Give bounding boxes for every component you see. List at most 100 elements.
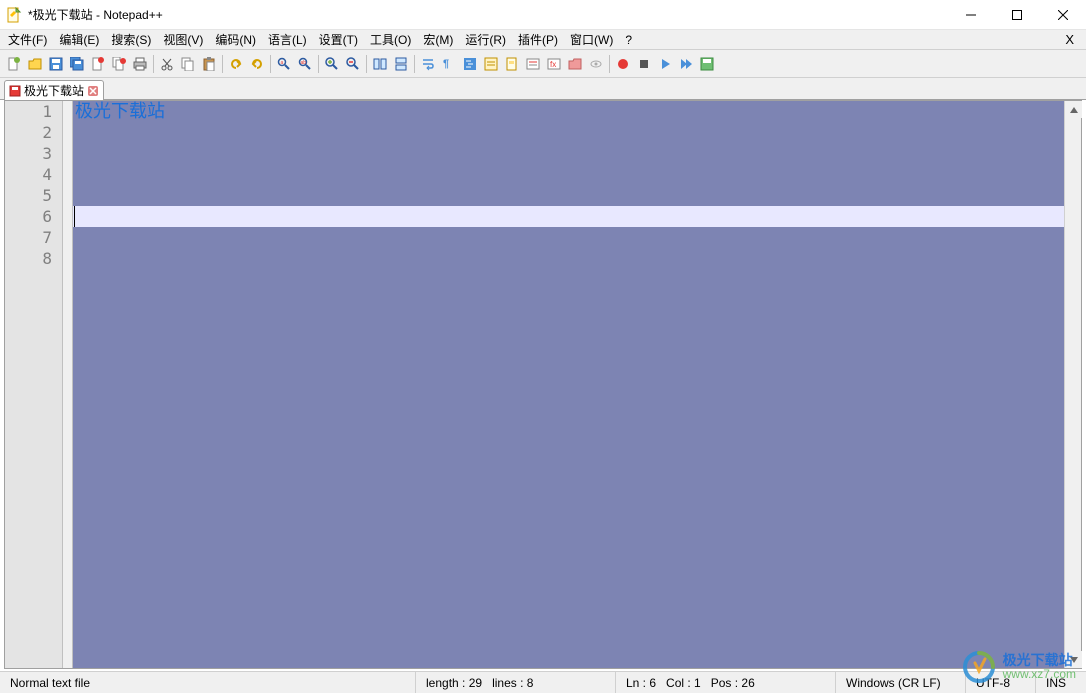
menu-search[interactable]: 搜索(S) [105, 29, 157, 50]
status-ln: Ln : 6 [626, 676, 656, 690]
sync-h-icon[interactable] [391, 54, 411, 74]
cut-icon[interactable] [157, 54, 177, 74]
svg-text:ab: ab [301, 60, 307, 66]
indent-guide-icon[interactable] [460, 54, 480, 74]
folder-icon[interactable] [565, 54, 585, 74]
zoom-out-icon[interactable] [343, 54, 363, 74]
scroll-down-icon[interactable] [1065, 651, 1082, 668]
titlebar: *极光下载站 - Notepad++ [0, 0, 1086, 30]
close-all-icon[interactable] [109, 54, 129, 74]
text-line[interactable] [73, 248, 1064, 269]
tab-label: 极光下载站 [24, 82, 84, 99]
line-number: 6 [5, 206, 52, 227]
window-title: *极光下载站 - Notepad++ [28, 6, 948, 23]
app-icon [6, 7, 22, 23]
monitor-icon[interactable] [586, 54, 606, 74]
menu-plugins[interactable]: 插件(P) [512, 29, 564, 50]
text-line[interactable] [73, 227, 1064, 248]
toolbar-separator [222, 55, 223, 73]
save-macro-icon[interactable] [697, 54, 717, 74]
undo-icon[interactable] [226, 54, 246, 74]
minimize-button[interactable] [948, 0, 994, 30]
status-filetype: Normal text file [0, 672, 416, 693]
doc-list-icon[interactable] [523, 54, 543, 74]
line-number: 5 [5, 185, 52, 206]
vertical-scrollbar[interactable] [1064, 101, 1081, 668]
menu-file[interactable]: 文件(F) [2, 29, 53, 50]
play-multi-icon[interactable] [676, 54, 696, 74]
stop-icon[interactable] [634, 54, 654, 74]
close-file-icon[interactable] [88, 54, 108, 74]
toolbar: a ab ¶ fx [0, 50, 1086, 78]
editor-area: 12345678 极光下载站 [4, 100, 1082, 669]
status-col: Col : 1 [666, 676, 701, 690]
toolbar-separator [318, 55, 319, 73]
play-icon[interactable] [655, 54, 675, 74]
maximize-button[interactable] [994, 0, 1040, 30]
window-controls [948, 0, 1086, 29]
new-file-icon[interactable] [4, 54, 24, 74]
print-icon[interactable] [130, 54, 150, 74]
doc-map-icon[interactable] [502, 54, 522, 74]
text-line[interactable]: 极光下载站 [73, 101, 1064, 122]
replace-icon[interactable]: ab [295, 54, 315, 74]
copy-icon[interactable] [178, 54, 198, 74]
open-file-icon[interactable] [25, 54, 45, 74]
status-length-lines: length : 29 lines : 8 [416, 672, 616, 693]
scroll-up-icon[interactable] [1065, 101, 1082, 118]
menu-window[interactable]: 窗口(W) [564, 29, 619, 50]
line-number: 4 [5, 164, 52, 185]
text-line[interactable] [73, 143, 1064, 164]
status-eol: Windows (CR LF) [836, 672, 966, 693]
zoom-in-icon[interactable] [322, 54, 342, 74]
toolbar-separator [270, 55, 271, 73]
line-number: 7 [5, 227, 52, 248]
menubar: 文件(F) 编辑(E) 搜索(S) 视图(V) 编码(N) 语言(L) 设置(T… [0, 30, 1086, 50]
svg-text:a: a [281, 60, 284, 66]
status-pos: Pos : 26 [711, 676, 755, 690]
menu-macro[interactable]: 宏(M) [417, 29, 459, 50]
text-line[interactable] [73, 185, 1064, 206]
show-all-icon[interactable]: ¶ [439, 54, 459, 74]
line-number: 8 [5, 248, 52, 269]
menu-run[interactable]: 运行(R) [459, 29, 512, 50]
text-line[interactable] [73, 164, 1064, 185]
menu-language[interactable]: 语言(L) [262, 29, 313, 50]
menu-encoding[interactable]: 编码(N) [209, 29, 262, 50]
word-wrap-icon[interactable] [418, 54, 438, 74]
menu-edit[interactable]: 编辑(E) [53, 29, 105, 50]
menu-view[interactable]: 视图(V) [157, 29, 209, 50]
save-icon[interactable] [46, 54, 66, 74]
status-length: length : 29 [426, 676, 482, 690]
line-number: 2 [5, 122, 52, 143]
unsaved-file-icon [9, 85, 21, 97]
func-list-icon[interactable]: fx [544, 54, 564, 74]
status-mode: INS [1036, 672, 1086, 693]
record-icon[interactable] [613, 54, 633, 74]
editor-text-area[interactable]: 极光下载站 [73, 101, 1064, 668]
menubar-close-x[interactable]: X [1055, 32, 1084, 47]
text-line[interactable] [73, 122, 1064, 143]
text-line[interactable] [73, 206, 1064, 227]
editor-margin [63, 101, 73, 668]
close-button[interactable] [1040, 0, 1086, 30]
save-all-icon[interactable] [67, 54, 87, 74]
menu-tools[interactable]: 工具(O) [364, 29, 417, 50]
menu-settings[interactable]: 设置(T) [313, 29, 364, 50]
sync-v-icon[interactable] [370, 54, 390, 74]
tabbar: 极光下载站 [0, 78, 1086, 100]
statusbar: Normal text file length : 29 lines : 8 L… [0, 671, 1086, 693]
toolbar-separator [153, 55, 154, 73]
toolbar-separator [366, 55, 367, 73]
tab-close-icon[interactable] [87, 85, 99, 97]
find-icon[interactable]: a [274, 54, 294, 74]
paste-icon[interactable] [199, 54, 219, 74]
status-lines: lines : 8 [492, 676, 533, 690]
editor-tab[interactable]: 极光下载站 [4, 80, 104, 100]
menu-help[interactable]: ? [619, 31, 638, 49]
svg-text:fx: fx [550, 60, 556, 69]
redo-icon[interactable] [247, 54, 267, 74]
user-lang-icon[interactable] [481, 54, 501, 74]
line-number-gutter: 12345678 [5, 101, 63, 668]
toolbar-separator [414, 55, 415, 73]
